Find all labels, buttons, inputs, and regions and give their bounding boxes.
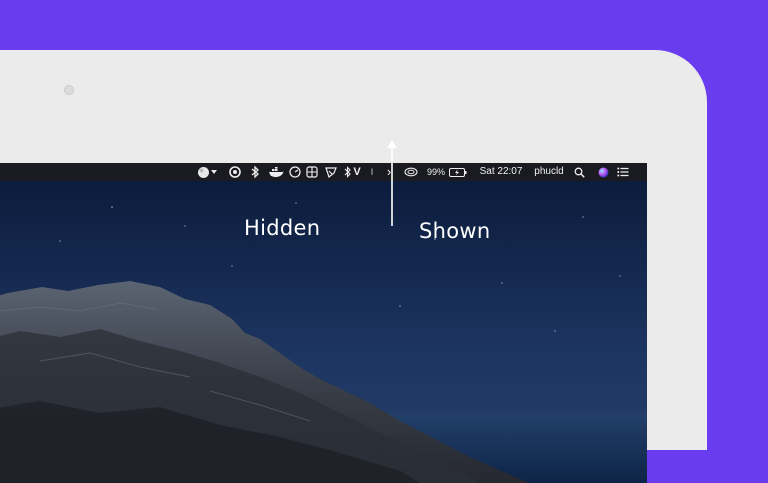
status-indicator-icon[interactable] <box>195 163 211 181</box>
screen: V I › 99% Sat 22:07 phucld Hidden Shown <box>0 163 647 483</box>
clock-gauge-icon[interactable] <box>288 163 302 181</box>
battery-percent: 99% <box>426 167 445 177</box>
hidden-label: Hidden <box>244 216 321 240</box>
search-icon[interactable] <box>572 163 586 181</box>
battery-charging-icon[interactable] <box>448 163 468 181</box>
siri-icon[interactable] <box>596 163 610 181</box>
dropdown-triangle-icon[interactable] <box>210 163 218 181</box>
vpn-v-icon[interactable]: V <box>350 163 364 181</box>
clock-text[interactable]: Sat 22:07 <box>476 163 526 181</box>
menu-bar: V I › 99% Sat 22:07 phucld <box>0 163 647 181</box>
docker-whale-icon[interactable] <box>268 163 284 181</box>
power-circle-icon[interactable] <box>228 163 242 181</box>
grid-window-icon[interactable] <box>305 163 319 181</box>
bluetooth-like-icon[interactable] <box>250 163 260 181</box>
camera-icon <box>64 85 74 95</box>
desktop-wallpaper <box>0 181 647 483</box>
shown-label: Shown <box>419 219 491 243</box>
separator-icon[interactable]: I <box>368 163 376 181</box>
user-name[interactable]: phucld <box>531 163 567 181</box>
laptop-bezel: V I › 99% Sat 22:07 phucld Hidden Shown <box>0 50 707 483</box>
notification-list-icon[interactable] <box>615 163 631 181</box>
wifi-icon[interactable] <box>403 163 419 181</box>
up-arrow-icon <box>387 140 397 226</box>
stopwatch-icon[interactable] <box>324 163 338 181</box>
